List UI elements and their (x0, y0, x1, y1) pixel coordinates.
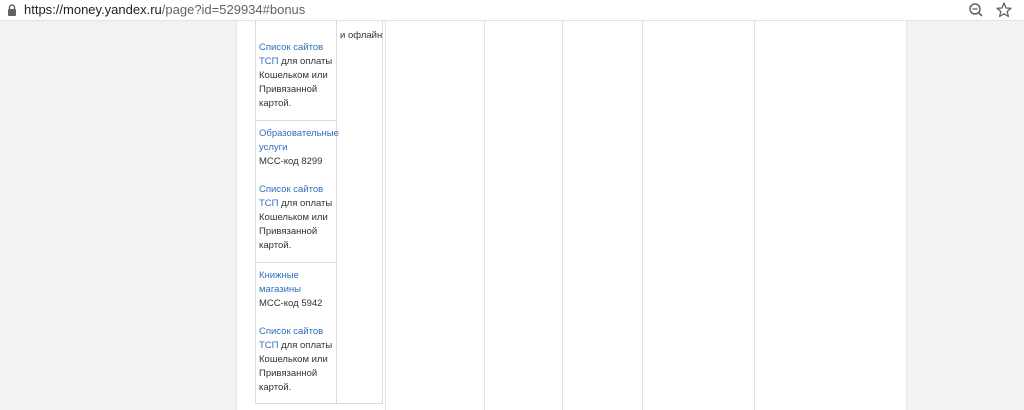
category-link[interactable]: Книжные магазины (259, 270, 301, 295)
table-column-divider (754, 21, 755, 410)
browser-address-bar: https://money.yandex.ru/page?id=529934#b… (0, 0, 1024, 21)
url-host: https://money.yandex.ru (24, 2, 162, 17)
mcc-code: MCC-код 5942 (259, 298, 323, 309)
row-separator (256, 262, 336, 263)
category-link[interactable]: Образовательные услуги (259, 128, 339, 153)
url-field[interactable]: https://money.yandex.ru/page?id=529934#b… (24, 2, 305, 18)
star-icon[interactable] (994, 1, 1014, 19)
table-row: Образовательные услуги MCC-код 8299 Спис… (259, 127, 339, 253)
table-column-divider (385, 21, 386, 410)
table-row: Книжные магазины MCC-код 5942 Список сай… (259, 269, 337, 395)
table-row: Список сайтов ТСП для оплаты Кошельком и… (259, 41, 337, 111)
zoom-icon[interactable] (967, 1, 987, 19)
lock-icon (6, 3, 18, 17)
table-column-divider (484, 21, 485, 410)
mcc-code: MCC-код 8299 (259, 156, 323, 167)
channel-text: и офлайн (340, 30, 383, 41)
row-separator (256, 120, 336, 121)
table-column-divider (562, 21, 563, 410)
url-path: /page?id=529934#bonus (161, 2, 306, 17)
table-column-divider (642, 21, 643, 410)
